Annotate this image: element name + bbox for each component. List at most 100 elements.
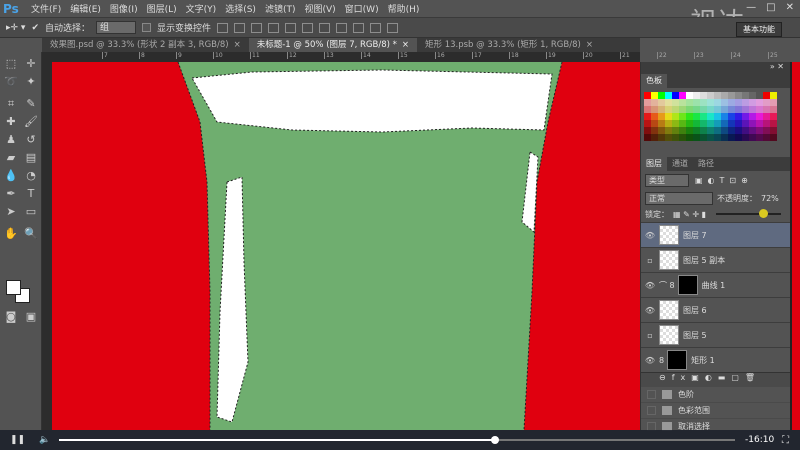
tab-close-icon[interactable]: ×: [402, 40, 409, 50]
menu-item[interactable]: 窗口(W): [345, 2, 379, 15]
crop-tool-icon[interactable]: ⌗: [4, 97, 18, 111]
workspace-dropdown[interactable]: 基本功能: [736, 22, 782, 37]
color-swatch[interactable]: [728, 113, 735, 120]
color-swatch[interactable]: [693, 120, 700, 127]
layer-row[interactable]: ▫ 图层 5 副本: [641, 247, 790, 272]
distribute-center-icon[interactable]: [336, 22, 348, 33]
color-swatch[interactable]: [714, 127, 721, 134]
color-swatch[interactable]: [672, 99, 679, 106]
color-swatch[interactable]: [756, 120, 763, 127]
color-swatch[interactable]: [735, 92, 742, 99]
color-swatch[interactable]: [707, 106, 714, 113]
color-swatch[interactable]: [700, 113, 707, 120]
color-swatch[interactable]: [707, 113, 714, 120]
layers-footer-icons[interactable]: ⊖fx▣◐▬▢🗑: [641, 372, 790, 386]
align-vcenter-icon[interactable]: [234, 22, 246, 33]
color-swatch[interactable]: [679, 113, 686, 120]
color-swatch[interactable]: [679, 92, 686, 99]
color-swatch[interactable]: [644, 113, 651, 120]
color-swatch[interactable]: [721, 120, 728, 127]
color-swatch[interactable]: [672, 120, 679, 127]
shape-tool-icon[interactable]: ▭: [24, 205, 38, 219]
color-swatch[interactable]: [665, 127, 672, 134]
tab-close-icon[interactable]: ×: [586, 40, 593, 50]
color-swatch[interactable]: [749, 134, 756, 141]
auto-select-dropdown[interactable]: 组: [96, 21, 136, 34]
color-swatch[interactable]: [672, 92, 679, 99]
color-swatch[interactable]: [686, 92, 693, 99]
color-swatch[interactable]: [679, 99, 686, 106]
color-swatch[interactable]: [665, 134, 672, 141]
color-swatch[interactable]: [686, 106, 693, 113]
color-swatch[interactable]: [651, 134, 658, 141]
opacity-slider-knob[interactable]: [758, 209, 768, 218]
history-item[interactable]: 色阶: [641, 386, 790, 402]
move-tool-icon[interactable]: ✛: [24, 57, 38, 71]
color-swatch[interactable]: [749, 113, 756, 120]
color-swatch[interactable]: [756, 99, 763, 106]
color-swatch[interactable]: [658, 113, 665, 120]
color-swatch[interactable]: [686, 134, 693, 141]
color-swatch[interactable]: [707, 134, 714, 141]
pen-tool-icon[interactable]: ✒: [4, 187, 18, 201]
color-swatch[interactable]: [756, 92, 763, 99]
distribute-left-icon[interactable]: [370, 22, 382, 33]
color-swatch[interactable]: [770, 127, 777, 134]
color-swatch[interactable]: [763, 106, 770, 113]
color-swatch[interactable]: [770, 120, 777, 127]
path-select-icon[interactable]: ➤: [4, 205, 18, 219]
video-progress-knob[interactable]: [491, 436, 500, 444]
color-swatch[interactable]: [742, 127, 749, 134]
color-swatch[interactable]: [686, 127, 693, 134]
color-swatch[interactable]: [770, 134, 777, 141]
color-swatch[interactable]: [728, 134, 735, 141]
color-swatch[interactable]: [658, 92, 665, 99]
clone-stamp-icon[interactable]: ♟: [4, 133, 18, 147]
video-progress-track[interactable]: [59, 436, 735, 444]
layer-row[interactable]: ▫ 图层 5: [641, 322, 790, 347]
color-swatch[interactable]: [644, 99, 651, 106]
color-swatch[interactable]: [679, 127, 686, 134]
color-swatch[interactable]: [700, 99, 707, 106]
color-swatch[interactable]: [665, 99, 672, 106]
color-swatch[interactable]: [644, 127, 651, 134]
healing-brush-icon[interactable]: ✚: [4, 115, 18, 129]
magic-wand-icon[interactable]: ✦: [24, 75, 38, 89]
eraser-icon[interactable]: ▰: [4, 151, 18, 165]
close-button[interactable]: ✕: [786, 2, 794, 13]
color-swatch[interactable]: [763, 99, 770, 106]
color-swatch[interactable]: [763, 127, 770, 134]
color-swatch[interactable]: [742, 92, 749, 99]
color-swatch[interactable]: [672, 134, 679, 141]
auto-select-checkbox[interactable]: ✔: [31, 23, 39, 33]
zoom-tool-icon[interactable]: 🔍: [24, 227, 38, 241]
eye-icon[interactable]: 👁: [641, 281, 659, 290]
layer-row[interactable]: 👁 8 矩形 1: [641, 347, 790, 372]
color-swatch[interactable]: [756, 106, 763, 113]
pause-button[interactable]: ❚❚: [10, 435, 25, 445]
color-swatch[interactable]: [651, 127, 658, 134]
color-swatch[interactable]: [763, 113, 770, 120]
color-swatch[interactable]: [672, 106, 679, 113]
color-swatch[interactable]: [770, 92, 777, 99]
color-swatch[interactable]: [721, 113, 728, 120]
color-swatch[interactable]: [728, 99, 735, 106]
color-swatch[interactable]: [742, 99, 749, 106]
color-swatch[interactable]: [707, 120, 714, 127]
visibility-off-box[interactable]: ▫: [641, 256, 659, 265]
color-swatch[interactable]: [742, 106, 749, 113]
filter-icons[interactable]: ▣◐T⊡⊕: [695, 176, 753, 185]
color-swatch[interactable]: [707, 127, 714, 134]
opacity-slider[interactable]: [716, 209, 781, 218]
gradient-tool-icon[interactable]: ▤: [24, 151, 38, 165]
color-swatch[interactable]: [665, 106, 672, 113]
color-swatch[interactable]: [665, 92, 672, 99]
color-swatch[interactable]: [693, 106, 700, 113]
screen-mode-icon[interactable]: ▣: [24, 310, 38, 324]
color-swatch[interactable]: [665, 120, 672, 127]
color-swatch[interactable]: [700, 120, 707, 127]
menu-item[interactable]: 图像(I): [110, 2, 138, 15]
auto-align-icon[interactable]: [387, 22, 399, 33]
color-swatch[interactable]: [749, 127, 756, 134]
color-swatch[interactable]: [714, 99, 721, 106]
